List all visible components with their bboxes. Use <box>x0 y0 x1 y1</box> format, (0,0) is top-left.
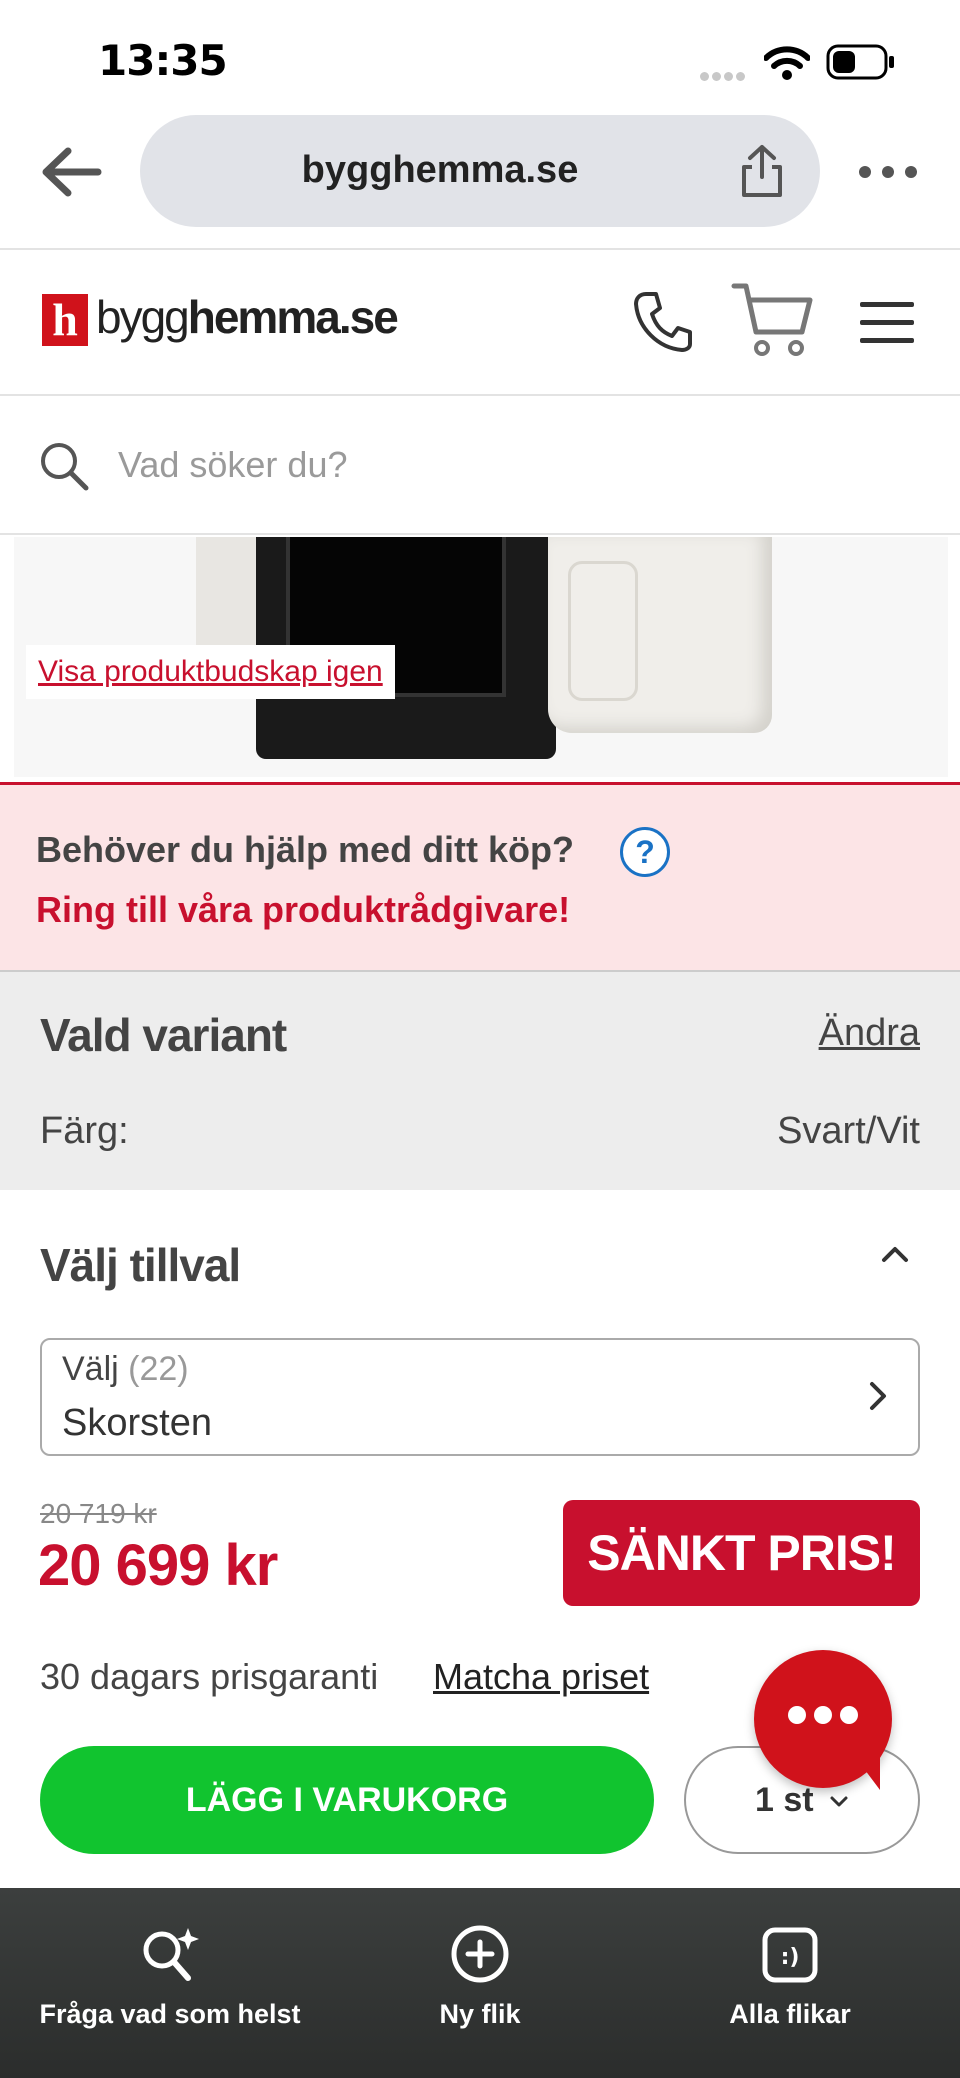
wifi-icon <box>764 46 810 80</box>
color-value: Svart/Vit <box>777 1110 920 1152</box>
site-logo[interactable]: h bygghemma.se <box>0 250 400 396</box>
logo-wordmark: bygghemma.se <box>96 291 399 343</box>
match-price-link[interactable]: Matcha priset <box>433 1656 649 1698</box>
old-price: 20 719 kr <box>40 1498 157 1529</box>
new-tab-icon <box>451 1925 509 1983</box>
search-bar[interactable]: Vad söker du? <box>0 398 960 535</box>
chevron-right-icon <box>870 1382 886 1410</box>
product-image[interactable]: Visa produktbudskap igen <box>0 537 960 782</box>
browser-bottom-toolbar: Fråga vad som helst Ny flik :) Alla flik… <box>0 1888 960 2078</box>
color-label: Färg: <box>40 1110 129 1152</box>
ask-anything-button[interactable]: Fråga vad som helst <box>32 1924 308 2030</box>
ai-search-icon <box>143 1928 199 1981</box>
help-banner: Behöver du hjälp med ditt köp? ? Ring ti… <box>0 782 960 972</box>
quantity-value: 1 st <box>754 1781 814 1819</box>
stove-image-left <box>196 537 256 657</box>
chat-icon <box>850 1750 880 1790</box>
share-icon[interactable] <box>738 143 786 199</box>
address-bar[interactable]: bygghemma.se <box>140 115 820 227</box>
all-tabs-icon: :) <box>762 1927 818 1983</box>
phone-icon[interactable] <box>632 290 694 354</box>
logo-mark: h <box>42 294 88 346</box>
more-icon[interactable] <box>858 165 918 179</box>
call-advisors-link[interactable]: Ring till våra produktrådgivare! <box>36 889 570 931</box>
variant-title: Vald variant <box>40 1009 287 1061</box>
current-price: 20 699 kr <box>38 1533 278 1598</box>
all-tabs-button[interactable]: :) Alla flikar <box>700 1924 880 2030</box>
chat-button[interactable] <box>754 1650 892 1790</box>
ask-anything-label: Fråga vad som helst <box>39 1999 301 2029</box>
svg-text::): :) <box>781 1945 800 1970</box>
show-product-messages-link[interactable]: Visa produktbudskap igen <box>26 645 395 699</box>
sale-badge: SÄNKT PRIS! <box>563 1500 920 1606</box>
add-to-cart-button[interactable]: LÄGG I VARUKORG <box>40 1746 654 1854</box>
new-tab-button[interactable]: Ny flik <box>400 1924 560 2030</box>
change-variant-link[interactable]: Ändra <box>819 1012 920 1055</box>
status-time: 13:35 <box>98 36 228 85</box>
addons-title[interactable]: Välj tillval <box>40 1238 241 1292</box>
price-guarantee-text: 30 dagars prisgaranti <box>40 1656 379 1697</box>
cellular-signal-icon <box>700 68 748 86</box>
battery-icon <box>826 44 894 80</box>
cart-icon[interactable] <box>730 280 814 358</box>
addon-select[interactable]: Välj (22) Skorsten <box>40 1338 920 1456</box>
browser-toolbar: bygghemma.se <box>0 115 960 250</box>
addon-select-label: Välj (22) <box>62 1350 189 1388</box>
search-icon <box>41 443 89 491</box>
help-icon[interactable]: ? <box>620 827 670 877</box>
addon-select-value: Skorsten <box>62 1402 212 1444</box>
back-arrow-icon[interactable] <box>38 145 102 199</box>
url-text: bygghemma.se <box>301 149 579 191</box>
new-tab-label: Ny flik <box>439 1999 521 2029</box>
selected-variant-section: Vald variant Ändra Färg: Svart/Vit <box>0 972 960 1190</box>
stove-image-tile <box>548 537 772 733</box>
purchase-card: Välj tillval Välj (22) Skorsten 20 719 k… <box>0 1190 960 1888</box>
status-bar: 13:35 <box>0 0 960 115</box>
all-tabs-label: Alla flikar <box>729 1999 851 2029</box>
hamburger-menu-icon[interactable] <box>860 300 914 344</box>
site-header: h bygghemma.se <box>0 250 960 396</box>
chevron-up-icon[interactable] <box>880 1244 910 1264</box>
help-question: Behöver du hjälp med ditt köp? <box>36 829 575 870</box>
search-input[interactable]: Vad söker du? <box>118 444 347 486</box>
chevron-down-icon <box>830 1796 848 1807</box>
